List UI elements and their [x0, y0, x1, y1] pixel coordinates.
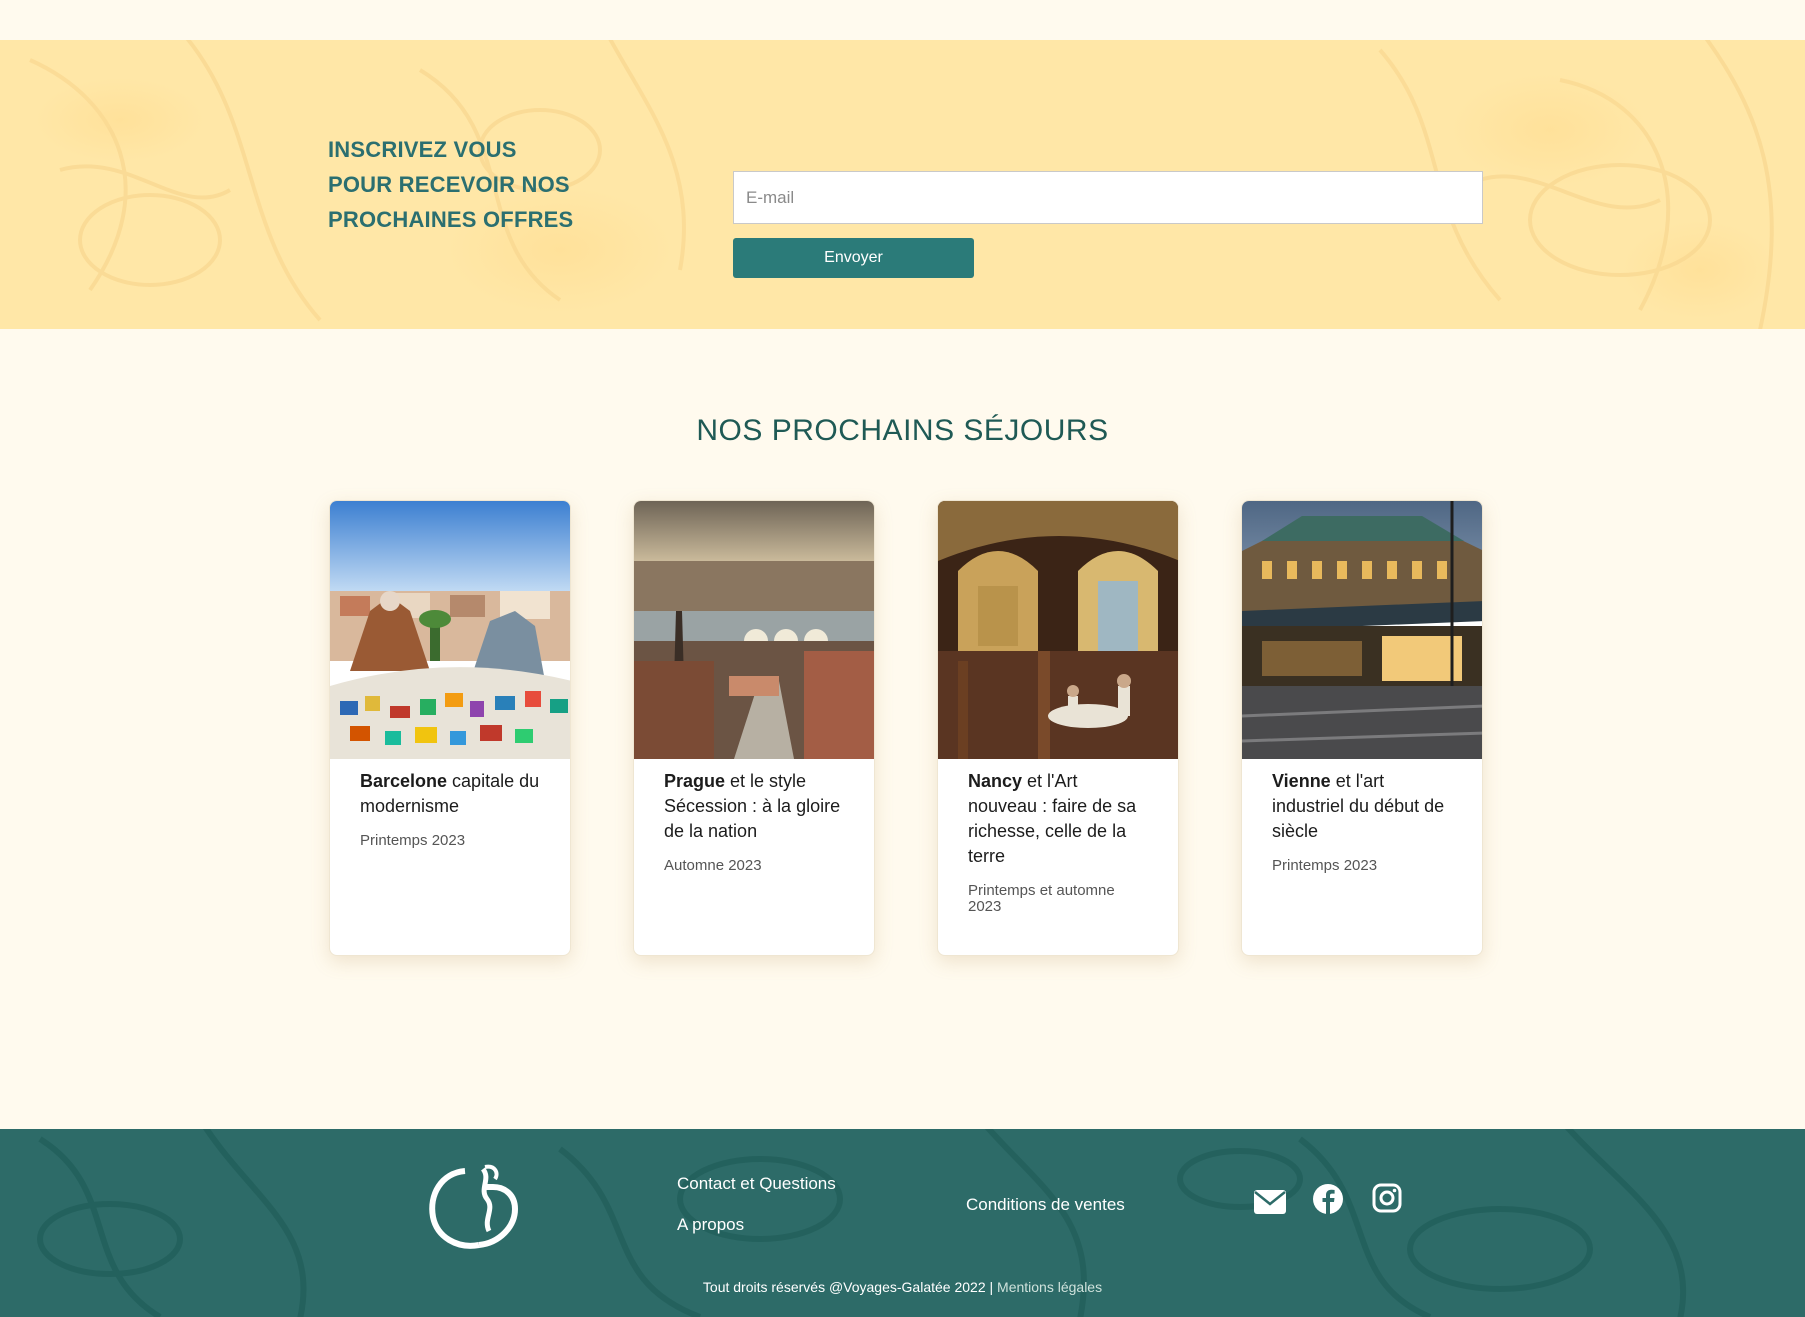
prague-cityscape-photo [634, 501, 874, 759]
trip-date: Automne 2023 [664, 857, 762, 874]
trip-title: Nancy et l'Art nouveau : faire de sa ric… [968, 771, 1137, 866]
copyright-text: Tout droits réservés @Voyages-Galatée 20… [702, 1279, 994, 1295]
legal-link[interactable]: Mentions légales [993, 1279, 1102, 1295]
copyright: Tout droits réservés @Voyages-Galatée 20… [0, 1279, 1805, 1295]
trip-card-prague[interactable]: Prague et le style Sécession : à la gloi… [633, 500, 875, 956]
vienna-opera-station-photo [1242, 501, 1482, 759]
trip-date: Printemps 2023 [1272, 857, 1378, 874]
trip-card-barcelone[interactable]: Barcelone capitale du modernisme Printem… [329, 500, 571, 956]
newsletter-section: INSCRIVEZ VOUS POUR RECEVOIR NOS PROCHAI… [0, 40, 1805, 329]
trip-title: Vienne et l'art industriel du début de s… [1272, 771, 1445, 841]
barcelona-park-guell-photo [330, 501, 570, 759]
trip-date: Printemps et automne 2023 [968, 882, 1115, 915]
trip-title: Prague et le style Sécession : à la gloi… [664, 771, 841, 841]
trip-card-vienne[interactable]: Vienne et l'art industriel du début de s… [1241, 500, 1483, 956]
terms-link[interactable]: Conditions de ventes [966, 1195, 1125, 1215]
mail-icon[interactable] [1253, 1189, 1287, 1215]
top-strip [0, 0, 1805, 40]
footer: Contact et Questions A propos Conditions… [0, 1129, 1805, 1317]
nancy-art-nouveau-restaurant-photo [938, 501, 1178, 759]
about-link[interactable]: A propos [677, 1215, 744, 1235]
section-title: NOS PROCHAINS SÉJOURS [696, 414, 1109, 447]
trip-cards: Barcelone capitale du modernisme Printem… [329, 500, 1483, 956]
email-input[interactable] [733, 171, 1483, 224]
trip-date: Printemps 2023 [360, 832, 466, 849]
instagram-icon[interactable] [1372, 1183, 1402, 1213]
send-button[interactable]: Envoyer [733, 238, 974, 278]
trip-title: Barcelone capitale du modernisme [360, 771, 540, 816]
newsletter-heading: INSCRIVEZ VOUS POUR RECEVOIR NOS PROCHAI… [328, 137, 574, 232]
voyages-galatee-logo[interactable] [425, 1159, 521, 1255]
trip-card-nancy[interactable]: Nancy et l'Art nouveau : faire de sa ric… [937, 500, 1179, 956]
contact-link[interactable]: Contact et Questions [677, 1174, 836, 1194]
facebook-icon[interactable] [1312, 1183, 1344, 1215]
